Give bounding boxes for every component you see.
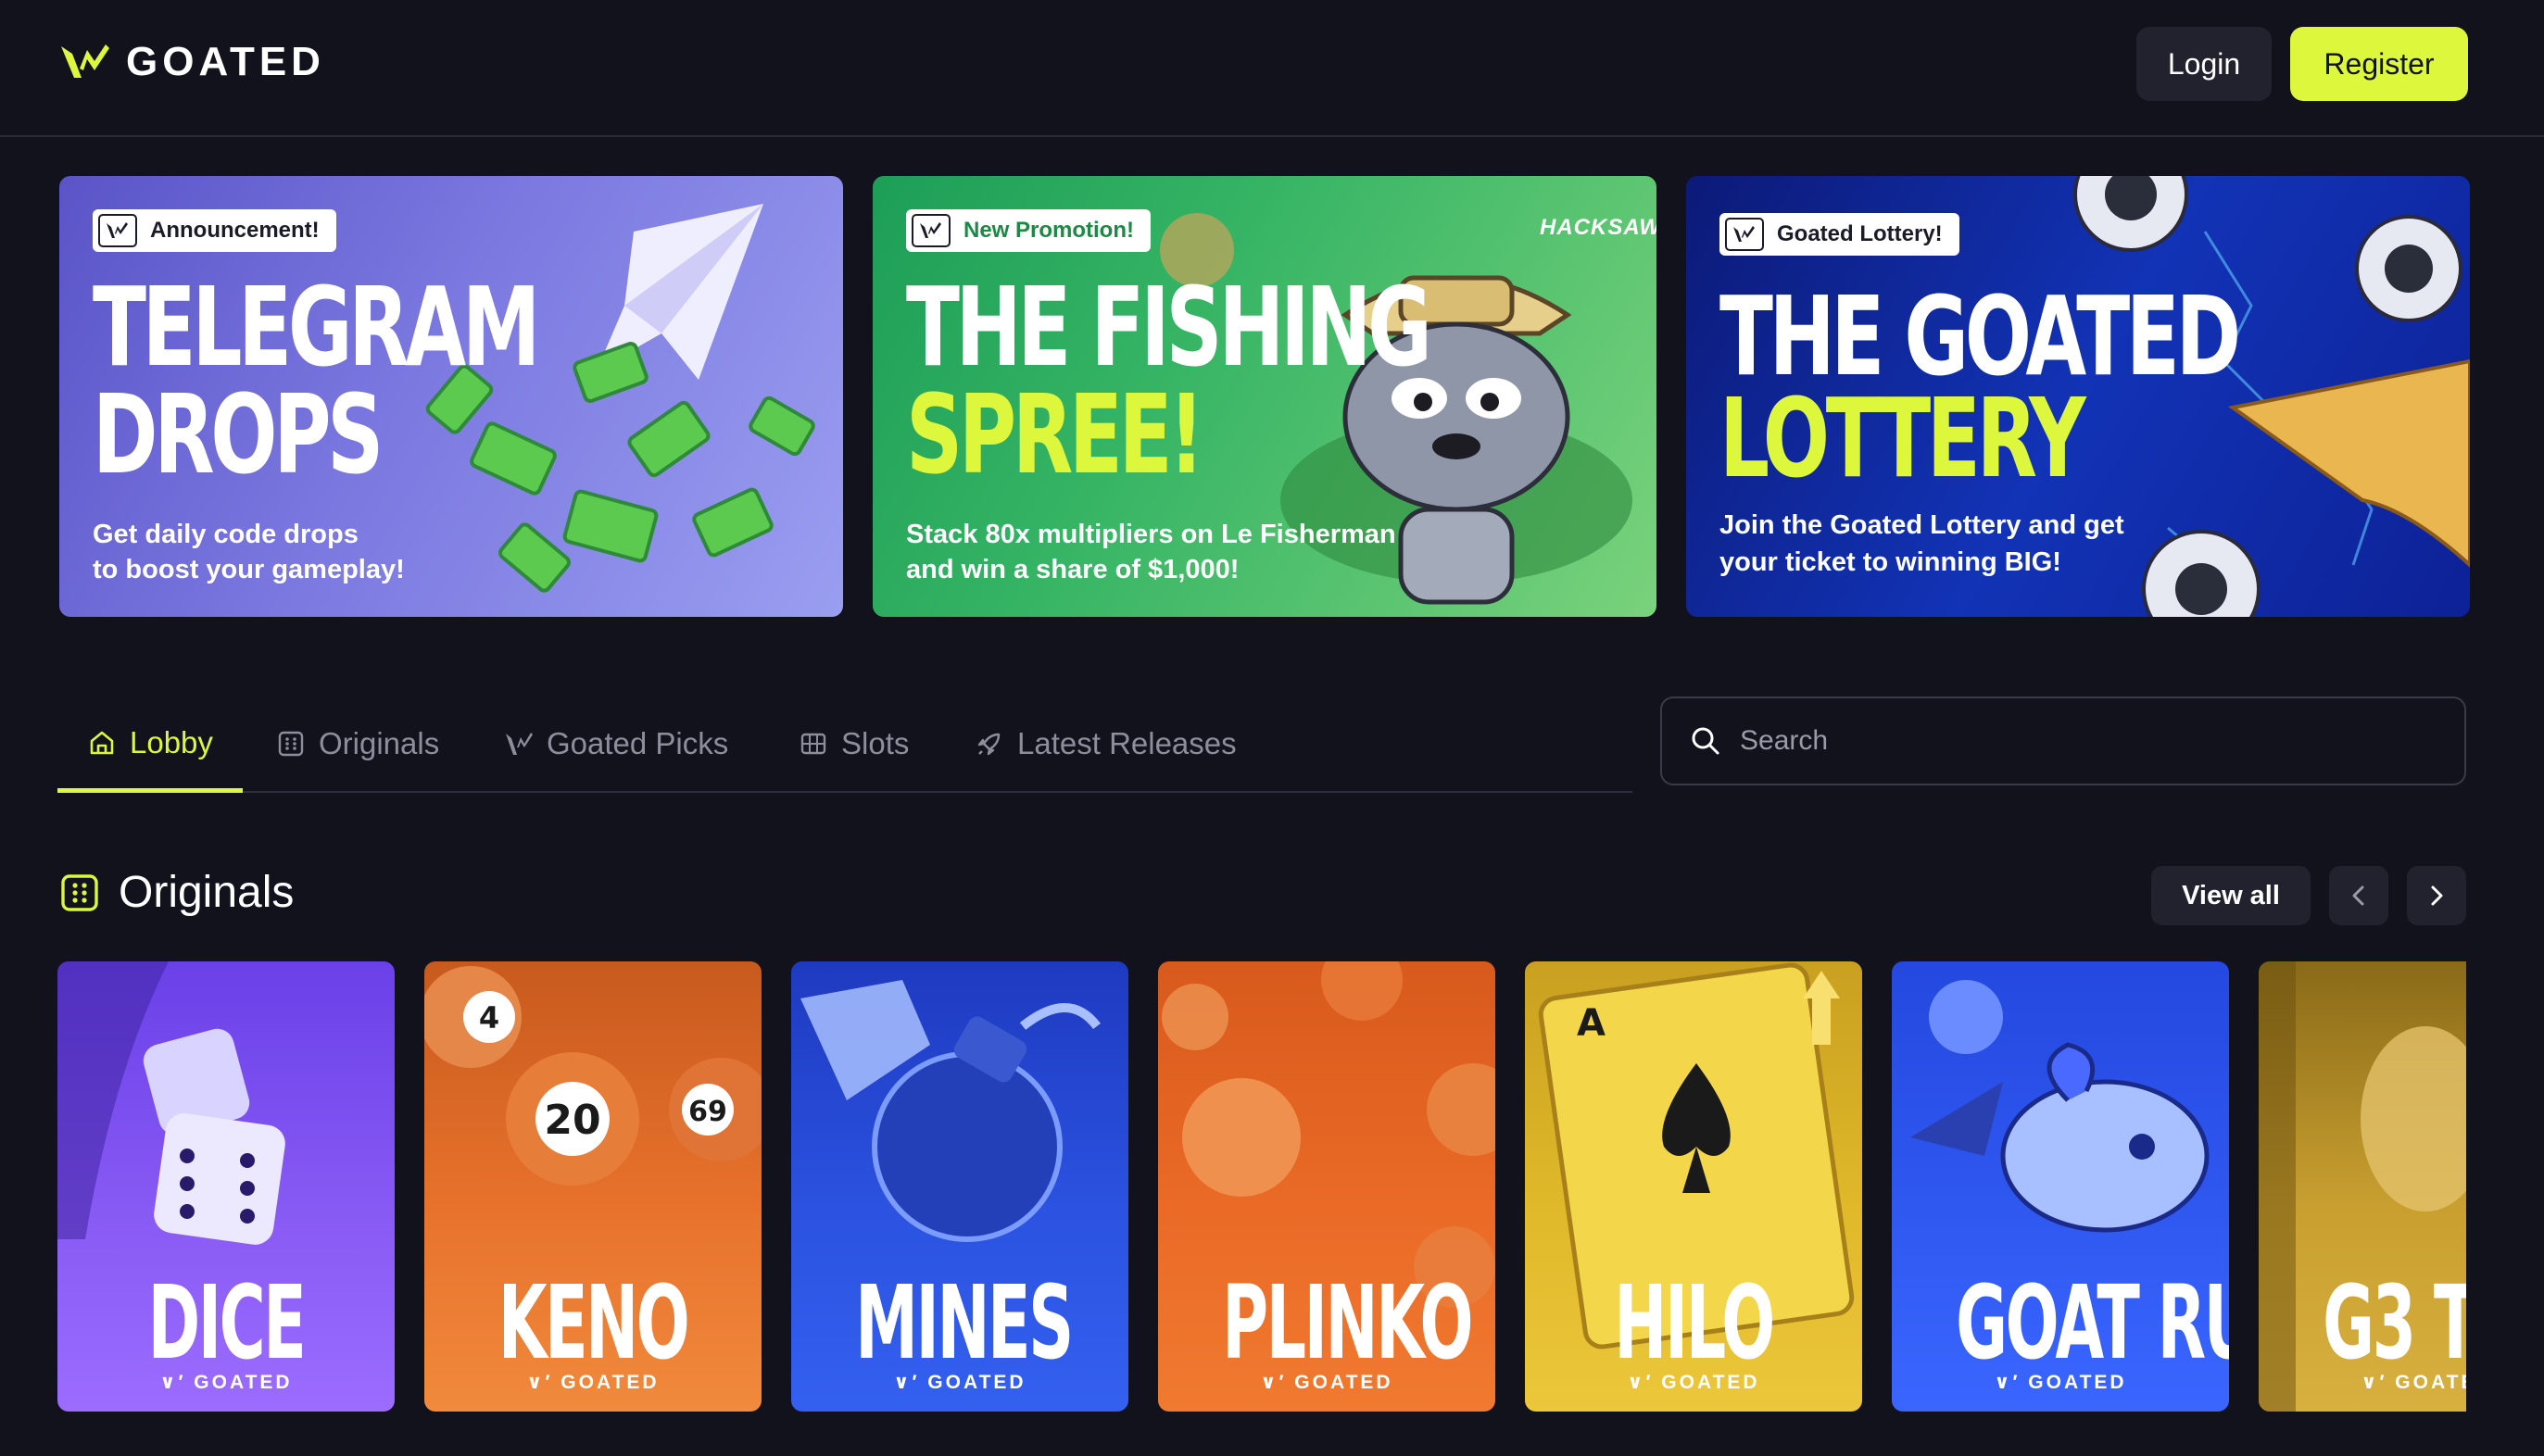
banner-title-line1: THE GOATED	[1719, 272, 2241, 400]
svg-text:4: 4	[479, 1000, 499, 1036]
banner-title-line2: SPREE!	[906, 370, 1204, 498]
game-brand: ∨′ GOATED	[893, 1372, 1026, 1393]
search-input[interactable]	[1740, 725, 2444, 757]
badge-label: Announcement!	[150, 218, 320, 243]
banner-desc-line1: Join the Goated Lottery and get	[1719, 510, 2124, 540]
banner-desc-line1: Get daily code drops	[93, 520, 359, 549]
game-title: KENO	[497, 1263, 690, 1382]
badge-label: New Promotion!	[963, 218, 1134, 243]
slots-icon	[800, 733, 826, 755]
goat-logo-icon	[61, 44, 109, 78]
goated-logo[interactable]: GOATED	[59, 39, 325, 85]
search-box[interactable]	[1660, 697, 2466, 785]
tab-goated-picks[interactable]: Goated Picks	[504, 697, 728, 791]
announcement-badge: Announcement!	[93, 209, 336, 252]
svg-text:20: 20	[544, 1097, 600, 1144]
tab-label: Slots	[841, 726, 910, 760]
brand-name: GOATED	[126, 39, 325, 84]
goat-logo-icon	[98, 214, 137, 247]
chevron-right-icon	[2431, 885, 2443, 906]
home-icon	[90, 731, 114, 754]
tab-label: Latest Releases	[1017, 726, 1237, 760]
game-card-hilo[interactable]: A HILO ∨′ GOATED	[1525, 961, 1862, 1412]
banner-fishing-spree[interactable]: HACKSAW New Promotion! THE FISHING SPREE…	[873, 176, 1656, 617]
banner-title-line1: THE FISHING	[906, 263, 1432, 391]
register-button[interactable]: Register	[2290, 27, 2468, 101]
badge-label: Goated Lottery!	[1777, 221, 1943, 246]
game-card-keno[interactable]: 4 20 69 KENO ∨′ GOATED	[424, 961, 762, 1412]
game-title: MINES	[855, 1263, 1074, 1382]
tab-label: Goated Picks	[547, 726, 729, 760]
banner-desc-line2: to boost your gameplay!	[93, 555, 405, 584]
banner-telegram-drops[interactable]: Announcement! TELEGRAM DROPS Get daily c…	[59, 176, 843, 617]
view-all-button[interactable]: View all	[2151, 866, 2311, 925]
rocket-icon	[977, 733, 1001, 756]
goat-logo-icon	[912, 214, 951, 247]
banner-title-line1: TELEGRAM	[93, 263, 540, 391]
hacksaw-provider-logo: HACKSAW	[1540, 215, 1656, 240]
goated-lottery-badge: Goated Lottery!	[1719, 213, 1959, 256]
banner-desc-line1: Stack 80x multipliers on Le Fisherman	[906, 520, 1396, 549]
banner-title-line2: LOTTERY	[1719, 374, 2086, 502]
grid-icon	[278, 731, 304, 757]
originals-section-title: Originals	[59, 867, 294, 918]
tab-lobby[interactable]: Lobby	[57, 697, 243, 793]
originals-carousel: DICE ∨′ GOATED 4 20 69 KENO ∨′ GOATED MI…	[57, 961, 2466, 1412]
goat-logo-icon	[1725, 218, 1764, 251]
game-brand: ∨′ GOATED	[1260, 1372, 1393, 1393]
previous-button[interactable]	[2329, 866, 2388, 925]
game-brand: ∨′ GOATED	[159, 1372, 293, 1393]
banner-desc-line2: and win a share of $1,000!	[906, 555, 1240, 584]
banner-goated-lottery[interactable]: Goated Lottery! THE GOATED LOTTERY Join …	[1686, 176, 2470, 617]
top-header: GOATED Login Register	[0, 0, 2544, 137]
grid-icon	[61, 873, 98, 911]
game-card-goat-run[interactable]: GOAT RUN ∨′ GOATED	[1892, 961, 2229, 1412]
svg-text:69: 69	[688, 1096, 727, 1128]
banner-title-line2: DROPS	[93, 370, 384, 498]
goat-logo-icon	[506, 733, 533, 755]
chevron-left-icon	[2352, 885, 2364, 906]
banner-desc-line2: your ticket to winning BIG!	[1719, 547, 2061, 577]
tab-slots[interactable]: Slots	[799, 697, 909, 791]
game-brand: ∨′ GOATED	[2361, 1372, 2466, 1393]
game-title: G3 TOW	[2323, 1263, 2466, 1382]
category-tabs: Lobby Originals Goated Picks Slots Lates…	[57, 697, 1632, 793]
tab-originals[interactable]: Originals	[276, 697, 439, 791]
tab-label: Lobby	[130, 724, 213, 759]
login-button[interactable]: Login	[2136, 27, 2272, 101]
game-brand: ∨′ GOATED	[526, 1372, 660, 1393]
game-title: GOAT RUN	[1956, 1263, 2229, 1382]
game-card-mines[interactable]: MINES ∨′ GOATED	[791, 961, 1128, 1412]
section-title-text: Originals	[119, 868, 295, 917]
game-brand: ∨′ GOATED	[1994, 1372, 2127, 1393]
game-title: DICE	[147, 1263, 307, 1382]
game-card-g3-tower[interactable]: G3 TOW ∨′ GOATED	[2259, 961, 2466, 1412]
search-icon	[1692, 727, 1719, 755]
tab-label: Originals	[319, 726, 440, 760]
tab-latest-releases[interactable]: Latest Releases	[975, 697, 1237, 791]
game-brand: ∨′ GOATED	[1627, 1372, 1760, 1393]
game-card-plinko[interactable]: PLINKO ∨′ GOATED	[1158, 961, 1495, 1412]
svg-text:A: A	[1577, 1002, 1606, 1045]
next-button[interactable]	[2407, 866, 2466, 925]
game-card-dice[interactable]: DICE ∨′ GOATED	[57, 961, 395, 1412]
new-promotion-badge: New Promotion!	[906, 209, 1151, 252]
game-title: HILO	[1614, 1263, 1775, 1382]
game-title: PLINKO	[1222, 1263, 1473, 1382]
